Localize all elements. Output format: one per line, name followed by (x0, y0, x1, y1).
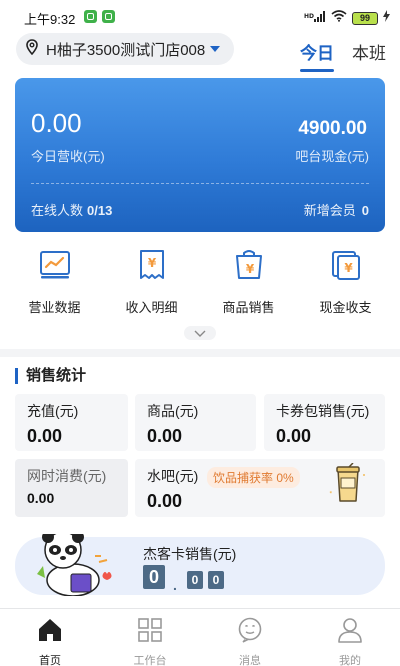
business-chart-icon (38, 248, 72, 287)
drink-cup-icon (327, 462, 369, 507)
profile-icon (337, 617, 363, 648)
online-count-value: 0/13 (87, 203, 113, 218)
tab-home[interactable]: 首页 (0, 609, 100, 666)
stat-goods[interactable]: 商品(元) 0.00 (135, 394, 256, 451)
tab-label: 工作台 (133, 655, 167, 666)
panda-mascot-icon (33, 531, 119, 597)
revenue-card: 0.00 今日营收(元) 4900.00 吧台现金(元) 在线人数 0/13 新增… (15, 78, 385, 232)
tab-today[interactable]: 今日 (300, 39, 334, 72)
jieke-card-sales-banner[interactable]: 杰客卡销售(元) 0 . 0 0 (15, 531, 385, 597)
shopping-bag-icon: ¥ (232, 248, 266, 287)
jieke-card-sales-label: 杰客卡销售(元) (143, 546, 237, 562)
home-icon (37, 617, 63, 648)
tab-label: 消息 (239, 655, 261, 666)
stat-water-bar[interactable]: 水吧(元) 饮品捕获率 0% 0.00 (135, 459, 385, 517)
cash-flow-icon: ¥ (329, 248, 363, 287)
drink-capture-rate-badge: 饮品捕获率 0% (207, 467, 300, 488)
jieke-digit-decimal: 0 (208, 571, 224, 589)
bar-cash-label: 吧台现金(元) (295, 149, 369, 164)
tab-label: 我的 (339, 655, 361, 666)
svg-text:¥: ¥ (245, 262, 254, 276)
stat-value: 0.00 (147, 491, 183, 511)
svg-text:¥: ¥ (147, 256, 156, 270)
svg-text:¥: ¥ (344, 261, 353, 275)
stat-net-time[interactable]: 网时消费(元) 0.00 (15, 459, 128, 517)
new-member-count: 新增会员 0 (304, 200, 369, 219)
action-label: 现金收支 (319, 300, 372, 315)
jieke-digit-decimal: 0 (187, 571, 203, 589)
tab-shift[interactable]: 本班 (352, 39, 386, 64)
stat-label: 卡券包销售(元) (276, 403, 370, 419)
action-goods-sales[interactable]: ¥ 商品销售 (204, 248, 294, 318)
stat-value: 0.00 (147, 426, 183, 446)
wifi-icon (331, 9, 347, 27)
tab-messages[interactable]: 消息 (200, 609, 300, 666)
stat-value: 0.00 (276, 426, 312, 446)
online-count: 在线人数 0/13 (31, 200, 112, 219)
store-name: H柚子3500测试门店008 (46, 41, 206, 59)
tab-profile[interactable]: 我的 (300, 609, 400, 666)
status-time: 上午9:32 (24, 12, 76, 27)
jieke-decimal-point: . (173, 577, 177, 593)
caret-down-icon (210, 46, 220, 52)
charging-icon (383, 9, 390, 27)
stat-value: 0.00 (27, 426, 63, 446)
online-count-label: 在线人数 (31, 203, 84, 218)
new-member-label: 新增会员 (303, 203, 356, 218)
bar-cash-value: 4900.00 (298, 118, 367, 139)
store-selector[interactable]: H柚子3500测试门店008 (16, 33, 234, 65)
stat-label: 水吧(元) (147, 468, 199, 484)
stat-label: 商品(元) (147, 403, 199, 419)
workbench-icon (137, 617, 163, 648)
signal-icon: HD (304, 11, 326, 25)
today-revenue-label: 今日营收(元) (31, 149, 105, 164)
status-bar: 上午9:32 HD 99 (0, 0, 400, 34)
action-cash-flow[interactable]: ¥ 现金收支 (301, 248, 391, 318)
bottom-tab-bar: 首页 工作台 消息 我的 (0, 608, 400, 666)
message-icon (237, 617, 263, 648)
action-label: 商品销售 (222, 300, 275, 315)
app-notification-icon (102, 10, 115, 23)
action-business-data[interactable]: 营业数据 (10, 248, 100, 318)
card-divider (31, 183, 369, 184)
stat-coupon-pack[interactable]: 卡券包销售(元) 0.00 (264, 394, 385, 451)
new-member-value: 0 (361, 203, 369, 218)
stat-value: 0.00 (27, 490, 55, 506)
svg-text:HD: HD (304, 13, 314, 20)
stat-label: 网时消费(元) (27, 468, 107, 484)
battery-icon: 99 (352, 11, 378, 25)
action-label: 收入明细 (125, 300, 178, 315)
today-revenue-value: 0.00 (31, 108, 82, 138)
action-income-detail[interactable]: ¥ 收入明细 (107, 248, 197, 318)
tab-label: 首页 (39, 655, 61, 666)
quick-actions: 营业数据 ¥ 收入明细 ¥ 商品销售 ¥ 现金收支 (0, 248, 400, 318)
stat-label: 充值(元) (27, 403, 79, 419)
expand-toggle[interactable] (184, 326, 216, 340)
action-label: 营业数据 (28, 300, 81, 315)
section-divider (0, 349, 400, 357)
app-notification-icon (84, 10, 97, 23)
location-pin-icon (26, 38, 38, 60)
income-receipt-icon: ¥ (135, 248, 169, 287)
chevron-down-icon (194, 324, 206, 342)
stat-recharge[interactable]: 充值(元) 0.00 (15, 394, 128, 451)
sales-stats-title: 销售统计 (15, 368, 86, 384)
jieke-digit-integer: 0 (143, 565, 165, 589)
tab-workbench[interactable]: 工作台 (100, 609, 200, 666)
